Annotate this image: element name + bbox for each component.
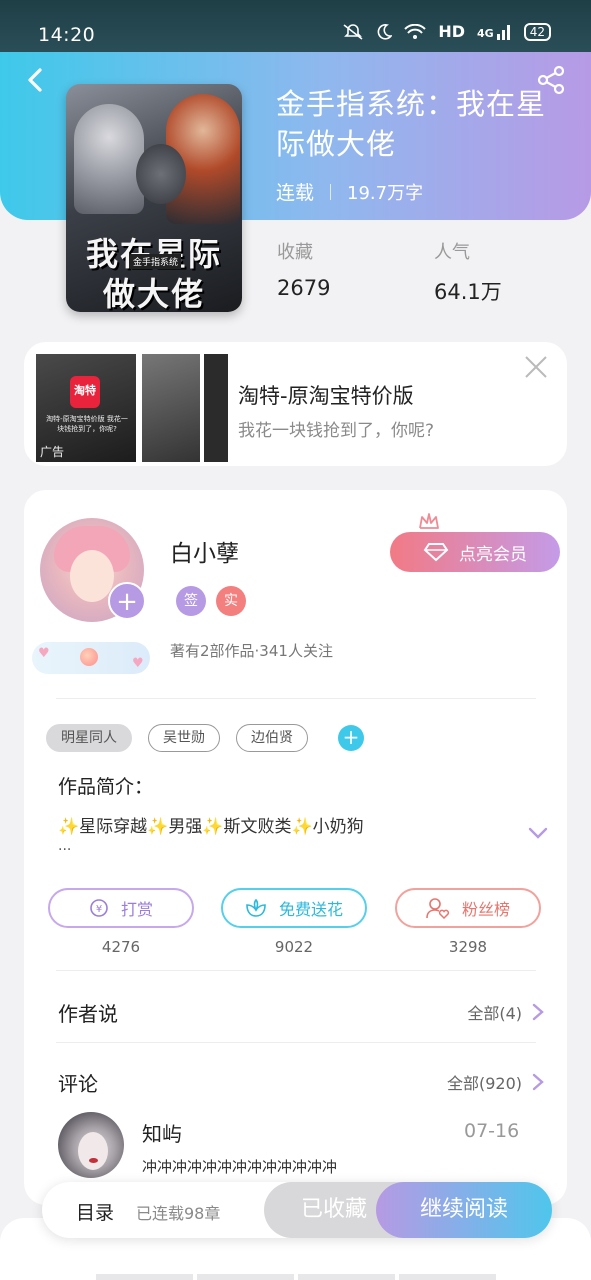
user-heart-icon [426, 898, 450, 919]
author-says-section[interactable]: 作者说 全部(4) [58, 992, 544, 1032]
stat-value: 2679 [277, 276, 331, 300]
reward-button[interactable]: ¥ 打赏 [48, 888, 194, 928]
book-word-count: 19.7万字 [347, 182, 424, 204]
avatar-face [78, 1132, 108, 1170]
tag-item[interactable]: 吴世勋 [148, 724, 220, 752]
signal-icon: 4G [477, 24, 512, 40]
stat-label: 人气 [434, 242, 470, 263]
bottom-action-bar: 目录 已连载98章 已收藏 继续阅读 [42, 1182, 552, 1238]
svg-text:¥: ¥ [96, 904, 102, 915]
back-arrow-icon[interactable] [20, 64, 52, 96]
reward-label: 打赏 [120, 900, 153, 919]
book-meta: 连载 19.7万字 [276, 178, 423, 205]
chevron-down-icon[interactable] [528, 826, 548, 840]
cover-art-figure-left [74, 104, 144, 214]
moon-icon [377, 23, 393, 40]
stat-value: 64.1万 [434, 280, 502, 304]
meta-separator [330, 183, 332, 200]
hd-indicator: HD [438, 22, 466, 41]
ad-banner[interactable]: 淘特 淘特-原淘宝特价版 我花一块钱抢到了，你呢? 广告 淘特-原淘宝特价版 我… [24, 342, 567, 466]
intro-text: ✨星际穿越✨男强✨斯文败类✨小奶狗 [58, 817, 364, 837]
send-flower-button[interactable]: 免费送花 [221, 888, 367, 928]
comments-link[interactable]: 全部(920) [447, 1070, 544, 1094]
book-title: 金手指系统：我在星际做大佬 [276, 87, 547, 161]
cover-title: 我在星际做大佬 [85, 235, 222, 312]
author-badges: 签 实 [176, 586, 246, 616]
comments-section-header[interactable]: 评论 全部(920) [58, 1062, 544, 1102]
cover-art-cat [136, 144, 186, 204]
send-flower-label: 免费送花 [278, 900, 343, 919]
comments-count: 全部(920) [446, 1074, 522, 1093]
avatar-lips [89, 1158, 98, 1163]
tag-list: 明星同人 吴世勋 边伯贤 + [46, 724, 364, 752]
vip-label: 点亮会员 [459, 544, 527, 565]
continue-reading-button[interactable]: 继续阅读 [376, 1182, 552, 1238]
comment-text: 冲冲冲冲冲冲冲冲冲冲冲冲冲 [142, 1158, 338, 1176]
tag-item[interactable]: 边伯贤 [236, 724, 308, 752]
author-name[interactable]: 白小孽 [170, 534, 239, 568]
author-says-link[interactable]: 全部(4) [467, 1000, 544, 1024]
cover-subtitle: 金手指系统 [130, 254, 182, 269]
divider [56, 698, 536, 699]
follow-author-button[interactable]: + [108, 582, 146, 620]
verified-badge: 实 [216, 586, 246, 616]
stat-favorites: 收藏 2679 [277, 238, 330, 300]
close-icon[interactable] [523, 354, 549, 380]
ad-logo: 淘特 [70, 376, 100, 408]
coin-icon: ¥ [90, 899, 108, 917]
status-time: 14:20 [38, 24, 96, 46]
avatar-face [70, 550, 114, 602]
stat-popularity: 人气 64.1万 [434, 238, 502, 306]
add-tag-button[interactable]: + [338, 725, 364, 751]
comment-date: 07-16 [464, 1120, 520, 1142]
book-cover[interactable]: 我在星际做大佬 金手指系统 [66, 84, 242, 312]
fan-ranking-count: 3298 [448, 938, 488, 956]
ad-image: 淘特 淘特-原淘宝特价版 我花一块钱抢到了，你呢? 广告 [36, 354, 136, 462]
table-of-contents-button[interactable]: 目录 [76, 1198, 114, 1225]
network-type: 4G [477, 26, 494, 40]
stat-label: 收藏 [277, 242, 313, 263]
intro-label: 作品简介： [58, 776, 154, 798]
crown-icon [419, 513, 439, 529]
ad-mini-text: 淘特-原淘宝特价版 我花一块钱抢到了，你呢? [46, 415, 128, 433]
mute-icon [343, 23, 363, 40]
author-says-count: 全部(4) [467, 1004, 522, 1023]
ad-image [142, 354, 200, 462]
heart-icon: ♥ [38, 646, 50, 661]
status-icons: HD 4G 42 [342, 22, 551, 41]
vip-button[interactable]: 点亮会员 [390, 532, 560, 572]
flower-count: 9022 [274, 938, 314, 956]
chapter-count: 已连载98章 [136, 1204, 221, 1223]
comments-title: 评论 [58, 1071, 98, 1096]
wifi-icon [404, 23, 427, 39]
signed-badge: 签 [176, 586, 206, 616]
chevron-right-icon [532, 1073, 544, 1091]
flower-icon [246, 898, 266, 917]
ad-description: 我花一块钱抢到了，你呢? [238, 421, 435, 441]
divider [56, 970, 536, 971]
peach-icon [80, 648, 98, 666]
status-bar: 14:20 HD 4G 42 [0, 0, 591, 52]
author-info: 著有2部作品·341人关注 [170, 642, 333, 660]
fan-badge: ♥ ♥ [32, 642, 150, 674]
author-says-title: 作者说 [58, 1001, 118, 1026]
fan-ranking-button[interactable]: 粉丝榜 [395, 888, 541, 928]
intro-ellipsis: ... [58, 838, 72, 854]
reward-count: 4276 [101, 938, 141, 956]
diamond-icon [423, 543, 449, 562]
tag-item[interactable]: 明星同人 [46, 724, 132, 752]
fan-ranking-label: 粉丝榜 [461, 900, 510, 919]
book-status: 连载 [276, 182, 315, 204]
heart-icon: ♥ [132, 656, 144, 671]
bottom-tab-placeholder [96, 1274, 496, 1280]
divider [56, 1042, 536, 1043]
ad-title: 淘特-原淘宝特价版 [238, 384, 414, 408]
ad-image [204, 354, 228, 462]
commenter-name[interactable]: 知屿 [142, 1118, 182, 1147]
book-detail-card: + ♥ ♥ 白小孽 签 实 著有2部作品·341人关注 点亮会员 明星同人 吴世… [24, 490, 567, 1205]
chevron-right-icon [532, 1003, 544, 1021]
ad-tag: 广告 [40, 445, 65, 459]
battery-icon: 42 [523, 22, 551, 41]
commenter-avatar[interactable] [58, 1112, 124, 1178]
